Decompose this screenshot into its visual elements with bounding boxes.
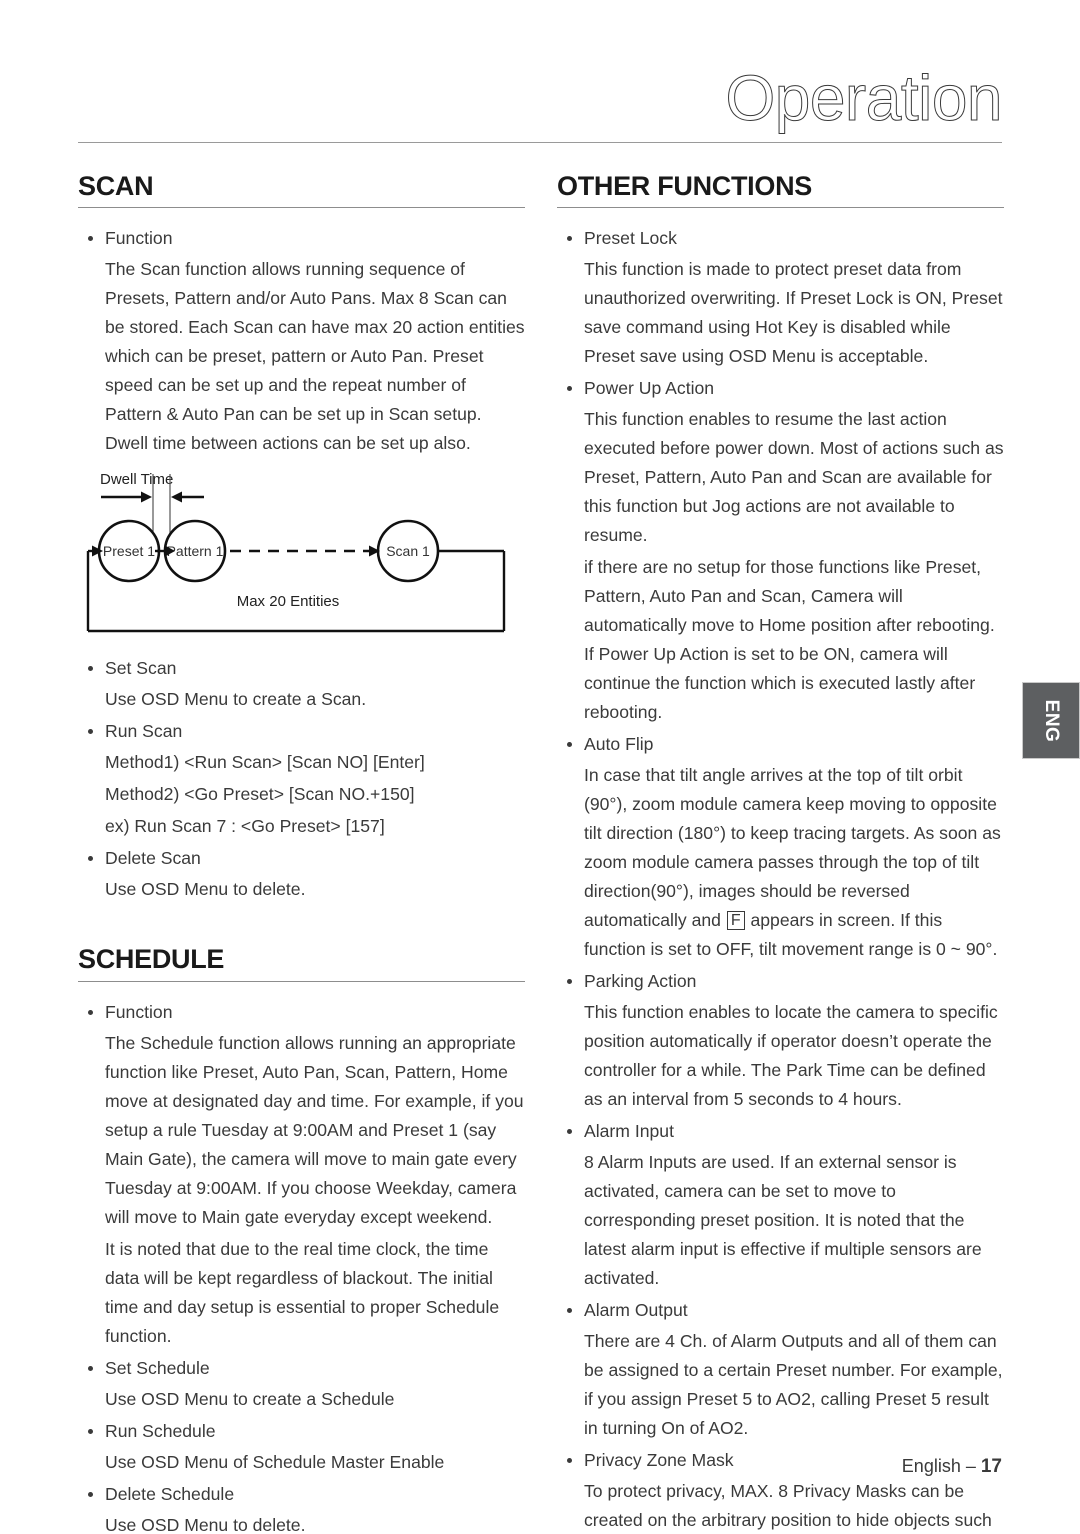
body-paragraph: This function enables to locate the came…	[584, 1002, 998, 1110]
footer-language-label: English –	[901, 1456, 981, 1476]
body-paragraph: ex) Run Scan 7 : <Go Preset> [157]	[105, 816, 385, 837]
bullet-item: Function	[78, 224, 525, 253]
body-paragraph: To protect privacy, MAX. 8 Privacy Masks…	[584, 1481, 992, 1531]
diagram-node-preset-label: Preset 1	[103, 543, 155, 559]
flip-indicator-icon: F	[726, 911, 745, 931]
footer-page-number: 17	[980, 1456, 1002, 1477]
body-paragraph: The Schedule function allows running an …	[105, 1032, 524, 1227]
body-paragraph: In case that tilt angle arrives at the t…	[557, 761, 1004, 964]
bullet-item: Delete Schedule	[78, 1480, 525, 1509]
body-paragraph: It is noted that due to the real time cl…	[105, 1238, 500, 1346]
language-side-tab: ENG	[1022, 682, 1080, 759]
body-paragraph: if there are no setup for those function…	[584, 557, 995, 723]
body-paragraph: Use OSD Menu to create a Schedule	[105, 1388, 395, 1409]
body-paragraph: This function enables to resume the last…	[584, 409, 1004, 546]
bullet-item: Alarm Input	[557, 1117, 1004, 1146]
scan-flow-diagram: Dwell Time Preset 1 Pattern 1 Scan 1 Max…	[78, 466, 525, 648]
diagram-dwell-time-label: Dwell Time	[100, 471, 173, 488]
chapter-title: Operation	[725, 62, 1003, 134]
bullet-item: Set Scan	[78, 654, 525, 683]
bullet-item: Preset Lock	[557, 224, 1004, 253]
section-heading: SCAN	[78, 171, 154, 201]
body-paragraph: Use OSD Menu to create a Scan.	[105, 689, 367, 710]
manual-page: Operation SCAN Function The Scan function …	[0, 0, 1080, 1534]
diagram-loop-label: Max 20 Entities	[237, 593, 340, 610]
body-paragraph: This function is made to protect preset …	[584, 259, 1003, 367]
bullet-item: Auto Flip	[557, 730, 1004, 759]
section-divider	[78, 207, 525, 209]
diagram-node-scan-label: Scan 1	[386, 543, 430, 559]
section-heading: OTHER FUNCTIONS	[557, 171, 812, 201]
body-paragraph: Use OSD Menu of Schedule Master Enable	[105, 1451, 445, 1472]
bullet-item: Run Scan	[78, 717, 525, 746]
body-paragraph: Method1) <Run Scan> [Scan NO] [Enter]	[105, 752, 425, 773]
diagram-node-pattern-label: Pattern 1	[167, 543, 224, 559]
bullet-item: Delete Scan	[78, 844, 525, 873]
body-paragraph: The Scan function allows running sequenc…	[105, 259, 525, 454]
section-divider	[557, 207, 1004, 209]
bullet-item: Alarm Output	[557, 1296, 1004, 1325]
body-paragraph: Use OSD Menu to delete.	[105, 1514, 306, 1534]
bullet-item: Set Schedule	[78, 1354, 525, 1383]
body-paragraph: Method2) <Go Preset> [Scan NO.+150]	[105, 784, 415, 805]
header-divider	[78, 142, 1002, 143]
section-heading: SCHEDULE	[78, 944, 225, 975]
bullet-item: Run Schedule	[78, 1417, 525, 1446]
bullet-item: Power Up Action	[557, 374, 1004, 403]
section-divider	[78, 980, 525, 982]
body-paragraph: There are 4 Ch. of Alarm Outputs and all…	[584, 1331, 1003, 1439]
language-side-tab-label: ENG	[1041, 699, 1062, 742]
right-column: OTHER FUNCTIONS Preset Lock This function …	[557, 172, 1004, 1534]
body-paragraph: 8 Alarm Inputs are used. If an external …	[584, 1152, 982, 1289]
page-header: Operation	[78, 66, 1003, 160]
paragraph-text-before: In case that tilt angle arrives at the t…	[584, 765, 1001, 931]
bullet-item: Function	[78, 998, 525, 1027]
body-paragraph: Use OSD Menu to delete.	[105, 879, 306, 900]
page-footer: English – 17	[902, 1456, 1002, 1478]
left-column: SCAN Function The Scan function allows run…	[78, 172, 525, 1534]
bullet-item: Parking Action	[557, 967, 1004, 996]
